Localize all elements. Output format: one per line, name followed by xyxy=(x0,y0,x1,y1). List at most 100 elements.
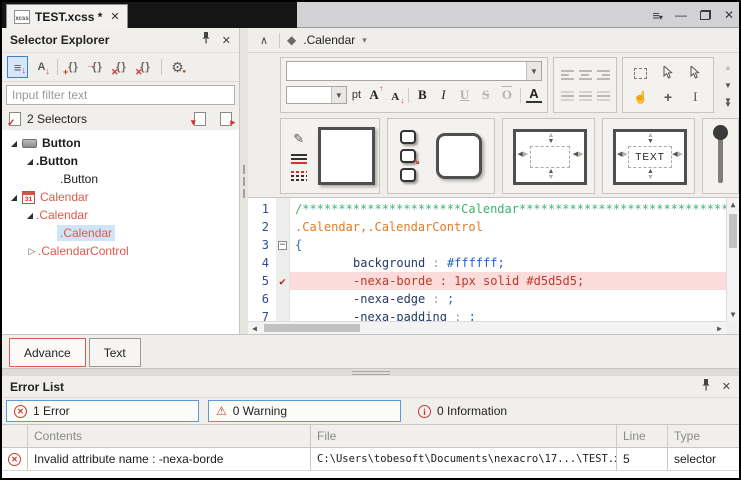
warning-filter-button[interactable]: ⚠ 0 Warning xyxy=(208,400,401,422)
valign-bottom-icon[interactable] xyxy=(597,91,610,101)
selector-filter-input[interactable] xyxy=(6,85,235,105)
chevron-down-icon[interactable]: ▼ xyxy=(331,87,346,103)
strikethrough-button[interactable]: S xyxy=(478,87,494,103)
padding-top-arrows[interactable]: ▲▼ xyxy=(647,133,654,145)
align-right-icon[interactable] xyxy=(597,70,610,80)
collapse-toolbar-button[interactable]: ∧ xyxy=(256,34,272,47)
scroll-up-icon[interactable]: ▲ xyxy=(727,198,739,211)
scroll-left-icon[interactable]: ◀ xyxy=(248,322,261,334)
delete-selector-icon[interactable]: {}✕ xyxy=(111,56,132,78)
insert-selector-icon[interactable]: {}→ xyxy=(87,56,108,78)
window-list-icon[interactable]: ≡▾ xyxy=(652,9,662,22)
restore-icon[interactable] xyxy=(700,10,711,20)
minimize-icon[interactable]: — xyxy=(675,9,687,21)
close-window-icon[interactable]: ✕ xyxy=(724,9,734,21)
tree-item-button[interactable]: ◢ Button xyxy=(2,134,239,152)
horizontal-scroll-thumb[interactable] xyxy=(264,324,360,332)
dashed-lines-icon[interactable] xyxy=(291,171,307,181)
font-size-combobox[interactable]: ▼ xyxy=(286,86,347,104)
add-selector-icon[interactable]: {}+ xyxy=(63,56,84,78)
vertical-splitter[interactable] xyxy=(240,28,248,334)
italic-button[interactable]: I xyxy=(435,87,451,103)
expander-open-icon[interactable]: ◢ xyxy=(24,157,36,166)
code-text-area[interactable]: /**********************Calendar*********… xyxy=(290,198,726,321)
align-left-icon[interactable] xyxy=(561,70,574,80)
slider-knob[interactable] xyxy=(713,125,728,140)
radius-pick-icon[interactable]: ↘ xyxy=(400,149,416,163)
expander-open-icon[interactable]: ◢ xyxy=(8,193,20,202)
expander-closed-icon[interactable]: ▷ xyxy=(26,246,38,257)
hand-tool-icon[interactable]: ☝ xyxy=(633,90,648,104)
padding-right-arrows[interactable]: ◀▶ xyxy=(672,152,683,158)
tab-advance[interactable]: Advance xyxy=(9,338,86,367)
solid-lines-icon[interactable] xyxy=(291,154,307,164)
slider-track[interactable] xyxy=(718,133,723,183)
error-filter-button[interactable]: ✕ 1 Error xyxy=(6,400,199,422)
bold-button[interactable]: B xyxy=(414,87,430,103)
align-center-icon[interactable] xyxy=(579,70,592,80)
fold-collapse-icon[interactable]: − xyxy=(278,241,287,250)
tab-close-icon[interactable]: ✕ xyxy=(110,10,119,23)
export-selectors-icon[interactable] xyxy=(220,112,232,126)
edge-right-arrows[interactable]: ◀▶ xyxy=(573,152,584,158)
font-size-decrease-button[interactable]: A↓ xyxy=(387,88,403,103)
tab-text[interactable]: Text xyxy=(89,338,141,367)
expander-open-icon[interactable]: ◢ xyxy=(24,211,36,220)
font-color-button[interactable]: A xyxy=(526,87,542,103)
column-header-icon[interactable] xyxy=(2,425,28,447)
sort-alpha-icon[interactable]: A↓ xyxy=(31,56,52,78)
tree-item-dot-calendar[interactable]: ◢ .Calendar xyxy=(2,206,239,224)
delete-all-selectors-icon[interactable]: {}✕ xyxy=(135,56,156,78)
edit-border-icon[interactable]: ✎ xyxy=(293,131,304,147)
vertical-scrollbar[interactable]: ▲ ▼ xyxy=(726,198,739,321)
font-family-combobox[interactable]: ▼ xyxy=(286,61,542,81)
tree-item-dot-button-leaf[interactable]: .Button xyxy=(2,170,239,188)
scroll-down-icon[interactable]: ▼ xyxy=(727,308,739,321)
radius-all-icon[interactable] xyxy=(400,130,416,144)
pin-icon[interactable] xyxy=(201,31,211,49)
settings-gear-icon[interactable]: ⚙● xyxy=(167,56,188,78)
tree-item-calendarcontrol[interactable]: ▷ .CalendarControl xyxy=(2,242,239,260)
scroll-up-icon[interactable]: ▲ xyxy=(724,63,732,72)
edge-bottom-arrows[interactable]: ▲▼ xyxy=(547,169,554,181)
close-panel-icon[interactable]: ✕ xyxy=(222,34,231,47)
vertical-scroll-thumb[interactable] xyxy=(729,214,737,248)
filter-sort-icon[interactable]: ≡↓ xyxy=(7,56,28,78)
horizontal-splitter[interactable] xyxy=(2,368,739,376)
horizontal-scrollbar[interactable]: ◀ ▶ xyxy=(248,321,726,334)
underline-button[interactable]: U xyxy=(457,87,473,103)
chevron-down-icon[interactable]: ▼ xyxy=(526,62,541,80)
overline-button[interactable]: O xyxy=(499,87,515,103)
edge-top-arrows[interactable]: ▲▼ xyxy=(547,133,554,145)
column-header-line[interactable]: Line xyxy=(617,425,668,447)
padding-left-arrows[interactable]: ◀▶ xyxy=(617,152,628,158)
expander-open-icon[interactable]: ◢ xyxy=(8,139,20,148)
selector-dropdown-icon[interactable]: ▾ xyxy=(362,35,367,46)
radius-none-icon[interactable] xyxy=(400,168,416,182)
pin-icon[interactable] xyxy=(701,378,711,396)
edge-left-arrows[interactable]: ◀▶ xyxy=(517,152,528,158)
tree-item-dot-calendar-selected[interactable]: .Calendar xyxy=(2,224,239,242)
import-selectors-icon[interactable] xyxy=(194,112,206,126)
tree-item-dot-button[interactable]: ◢ .Button xyxy=(2,152,239,170)
column-header-file[interactable]: File xyxy=(311,425,617,447)
select-rect-icon[interactable] xyxy=(634,68,647,79)
scroll-right-icon[interactable]: ▶ xyxy=(713,322,726,334)
information-filter-button[interactable]: i 0 Information xyxy=(410,400,515,422)
close-panel-icon[interactable]: ✕ xyxy=(722,380,731,393)
column-header-contents[interactable]: Contents xyxy=(28,425,311,447)
document-tab-test-xcss[interactable]: xcss TEST.xcss * ✕ xyxy=(6,4,128,28)
cursor-arrow-icon[interactable] xyxy=(663,66,673,82)
column-header-type[interactable]: Type xyxy=(668,425,739,447)
text-cursor-icon[interactable]: I xyxy=(693,89,697,105)
cursor-arrow-alt-icon[interactable] xyxy=(690,66,700,82)
error-table-row[interactable]: ✕ Invalid attribute name : -nexa-borde C… xyxy=(2,448,739,471)
css-code-editor[interactable]: 1 2 3 4 5 6 7 − ✔ /*********************… xyxy=(248,197,739,334)
scroll-more-icon[interactable]: ▼▼ xyxy=(724,99,732,107)
font-size-increase-button[interactable]: A↑ xyxy=(366,87,382,103)
valign-middle-icon[interactable] xyxy=(579,91,592,101)
padding-bottom-arrows[interactable]: ▲▼ xyxy=(647,169,654,181)
current-selector-label[interactable]: .Calendar xyxy=(303,33,355,47)
scroll-down-icon[interactable]: ▼ xyxy=(724,81,732,90)
tree-item-calendar[interactable]: ◢ 31 Calendar xyxy=(2,188,239,206)
